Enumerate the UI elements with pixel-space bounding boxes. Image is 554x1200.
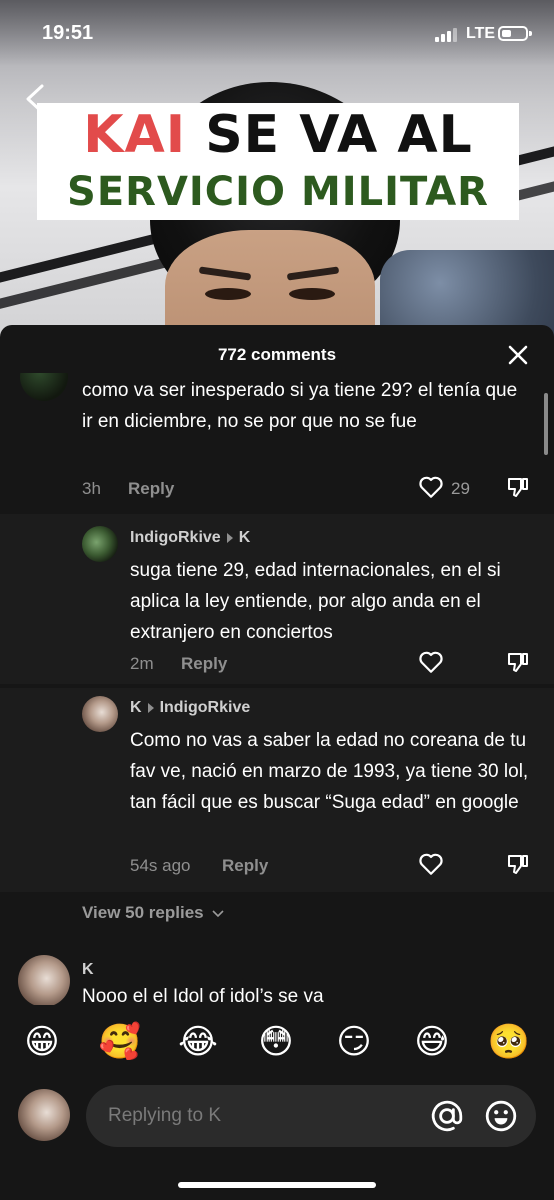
emoji-sweat-smile-button[interactable]: 😅 [410,1020,454,1064]
emoji-flushed-button[interactable]: 😳 [254,1020,298,1064]
reply-to-username[interactable]: K [239,529,251,547]
comment-time: 3h [82,479,101,498]
reply-username[interactable]: K IndigoRkive [130,699,250,717]
username[interactable]: IndigoRkive [130,529,221,547]
mention-icon[interactable] [430,1099,464,1133]
view-replies-label[interactable]: View 50 replies [82,903,204,922]
status-bar: 19:51 LTE [0,0,554,66]
emoji-bar: 😁 🥰 😂 😳 😏 😅 🥺 [0,1020,554,1070]
title-rest: SE VA AL [186,105,473,165]
eye [205,288,251,300]
avatar[interactable] [18,955,70,1005]
reply-username[interactable]: IndigoRkive K [130,529,250,547]
video-title-card: KAI SE VA AL SERVICIO MILITAR [37,103,519,220]
username[interactable]: K [82,961,94,979]
emoji-picker-icon[interactable] [484,1099,518,1133]
brow [286,266,340,281]
dislike-icon[interactable] [506,852,530,876]
reply-thread-item: K IndigoRkive Como no vas a saber la eda… [0,688,554,892]
reply-arrow-icon [226,533,233,543]
reply-thread-item: IndigoRkive K suga tiene 29, edad intern… [0,514,554,684]
home-indicator[interactable] [178,1182,376,1188]
video-title-line2: SERVICIO MILITAR [67,169,489,215]
my-avatar [18,1089,70,1141]
person-face [165,230,375,340]
comment-time: 54s ago [130,856,191,875]
network-label: LTE [466,25,496,42]
eye [289,288,335,300]
reply-button[interactable]: Reply [181,654,227,674]
input-placeholder[interactable]: Replying to K [108,1105,221,1127]
avatar[interactable] [20,373,68,401]
battery-icon [498,26,532,41]
comment-time: 2m [130,654,154,673]
comments-count: 772 comments [217,345,337,364]
like-count: 29 [451,479,470,498]
brow [198,266,252,281]
dislike-icon[interactable] [506,650,530,674]
chevron-down-icon [212,909,224,917]
avatar[interactable] [82,696,118,732]
bg-stripe [0,252,188,318]
reply-arrow-icon [147,703,154,713]
emoji-hearts-button[interactable]: 🥰 [98,1020,142,1064]
signal-icon [435,26,461,42]
emoji-smirk-button[interactable]: 😏 [332,1020,376,1064]
heart-icon[interactable] [418,650,444,674]
reply-button[interactable]: Reply [222,856,268,876]
avatar[interactable] [82,526,118,562]
status-time: 19:51 [42,22,94,44]
close-icon[interactable] [506,343,530,367]
comment-text: Como no vas a saber la edad no coreana d… [130,730,529,813]
reply-to-username[interactable]: IndigoRkive [160,699,251,717]
heart-icon[interactable] [418,852,444,876]
comment-text: suga tiene 29, edad internacionales, en … [130,560,501,643]
username[interactable]: K [130,699,142,717]
view-replies-button[interactable]: View 50 replies [82,903,224,923]
comments-list: como va ser inesperado si ya tiene 29? e… [0,373,554,1005]
title-highlight: KAI [83,105,187,165]
back-arrow-icon[interactable] [20,82,50,116]
dislike-icon[interactable] [506,475,530,499]
emoji-pleading-button[interactable]: 🥺 [487,1020,531,1064]
comment-text: Nooo el el Idol of idol’s se va [82,986,324,1005]
video-title-line1: KAI SE VA AL [37,105,519,165]
emoji-grin-button[interactable]: 😁 [20,1020,64,1064]
comment-text: como va ser inesperado si ya tiene 29? e… [82,380,518,432]
comment-input[interactable]: Replying to K [86,1085,536,1147]
reply-button[interactable]: Reply [128,479,174,499]
heart-icon[interactable] [418,475,444,499]
emoji-tears-joy-button[interactable]: 😂 [176,1020,220,1064]
